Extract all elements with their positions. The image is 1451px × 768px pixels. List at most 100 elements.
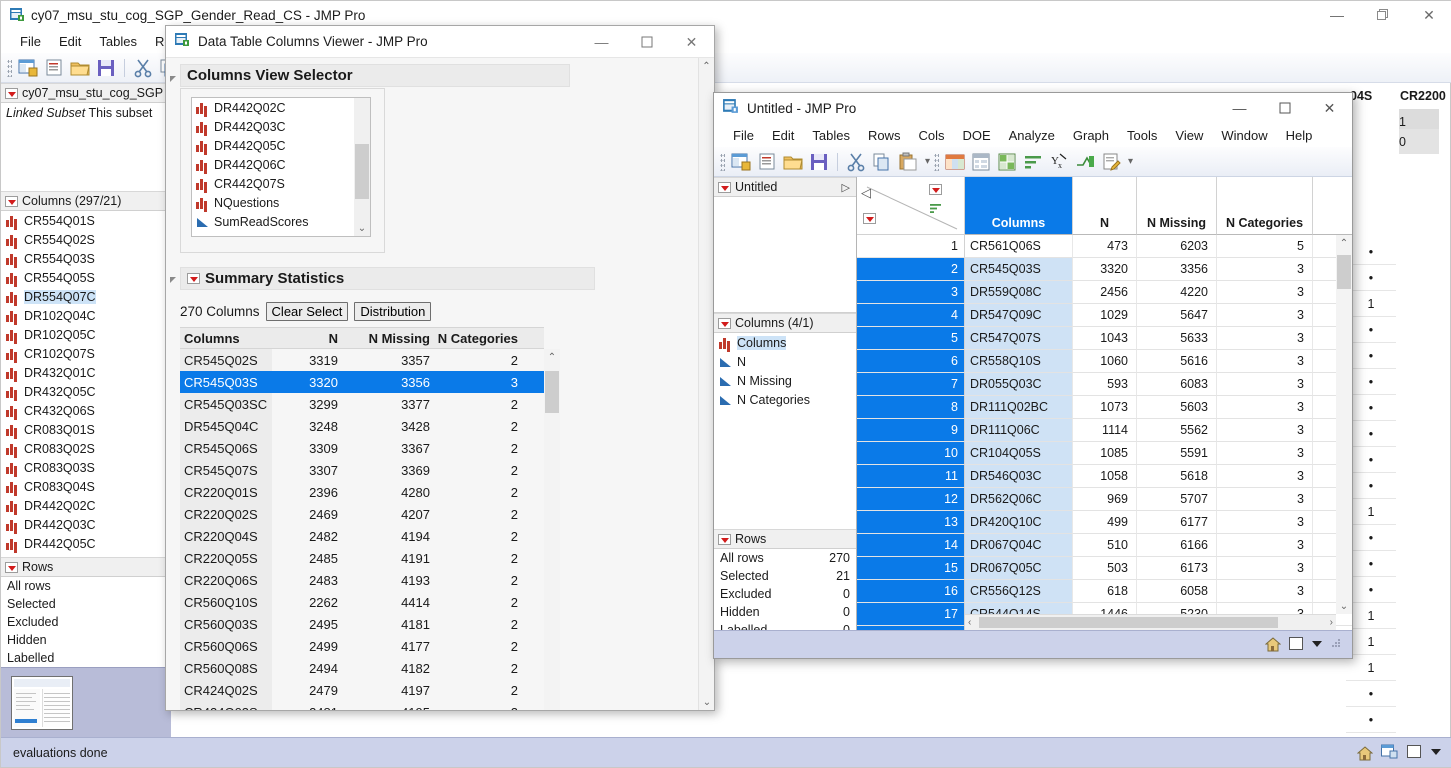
ut-grid-cell-n-categories[interactable]: 3 [1217, 557, 1313, 580]
ut-grid-row[interactable]: 2 CR545Q03S 3320 3356 3 [857, 258, 1352, 281]
dialog-scroll-down-icon[interactable]: ⌄ [699, 694, 715, 710]
ut-grid-cell-columns[interactable]: DR547Q09C [965, 304, 1073, 327]
view-selector-item[interactable]: DR442Q03C [192, 117, 354, 136]
distribution-button[interactable]: Distribution [354, 302, 432, 321]
ut-menu-file[interactable]: File [724, 126, 763, 145]
ut-grid-row[interactable]: 8 DR111Q02BC 1073 5603 3 [857, 396, 1352, 419]
menu-file[interactable]: File [11, 32, 50, 51]
ut-grid-cell-n[interactable]: 969 [1073, 488, 1137, 511]
ut-save-icon[interactable] [808, 151, 830, 173]
ut-grid-cell-columns[interactable]: CR104Q05S [965, 442, 1073, 465]
ut-grid-cell-n-missing[interactable]: 5647 [1137, 304, 1217, 327]
main-column-item[interactable]: DR442Q05C [1, 534, 170, 553]
ut-column-item[interactable]: N [714, 352, 856, 371]
columns-view-selector-header[interactable]: Columns View Selector [180, 64, 570, 87]
clear-select-button[interactable]: Clear Select [265, 302, 349, 321]
save-icon[interactable] [95, 57, 117, 79]
main-grid-cell[interactable]: 1 [1346, 630, 1396, 655]
main-grid-cell[interactable]: • [1346, 370, 1396, 395]
main-grid-cell[interactable]: 1 [1346, 656, 1396, 681]
ut-grid-cell-n[interactable]: 2456 [1073, 281, 1137, 304]
ut-grid-cell-n-missing[interactable]: 5591 [1137, 442, 1217, 465]
grid-hscroll-thumb[interactable] [979, 617, 1278, 628]
summary-table-row[interactable]: CR560Q10S 2262 4414 2 [180, 591, 544, 613]
view-selector-item[interactable]: DR442Q02C [192, 98, 354, 117]
summary-table-row[interactable]: CR545Q07S 3307 3369 2 [180, 459, 544, 481]
dialog-scroll-up-icon[interactable]: ⌃ [699, 58, 714, 74]
untitled-rows-menu-triangle-icon[interactable] [718, 533, 731, 545]
ut-grid-cell-n-categories[interactable]: 3 [1217, 511, 1313, 534]
ut-menu-analyze[interactable]: Analyze [1000, 126, 1064, 145]
main-grid-cell[interactable]: • [1346, 708, 1396, 733]
main-grid-cell[interactable]: 1 [1346, 604, 1396, 629]
ut-window-box-icon[interactable] [1288, 636, 1304, 654]
ut-grid-cell-n-missing[interactable]: 6166 [1137, 534, 1217, 557]
table-panel-header[interactable]: cy07_msu_stu_cog_SGP [1, 83, 170, 103]
cv-minimize-button[interactable]: — [579, 26, 624, 58]
ut-grid-cell-n-missing[interactable]: 6058 [1137, 580, 1217, 603]
ut-grid-cell-n[interactable]: 1029 [1073, 304, 1137, 327]
ut-minimize-button[interactable]: — [1217, 93, 1262, 123]
ut-grid-cell-n[interactable]: 510 [1073, 534, 1137, 557]
main-column-item[interactable]: DR432Q05C [1, 382, 170, 401]
ut-maximize-button[interactable] [1262, 93, 1307, 123]
ut-menu-tools[interactable]: Tools [1118, 126, 1166, 145]
columns-menu-triangle-icon[interactable] [5, 195, 18, 207]
ut-grid-row[interactable]: 15 DR067Q05C 503 6173 3 [857, 557, 1352, 580]
view-selector-item[interactable]: DR442Q06C [192, 155, 354, 174]
main-column-item[interactable]: CR554Q02S [1, 230, 170, 249]
ut-sort-icon[interactable] [1022, 151, 1044, 173]
summary-table-row[interactable]: CR424Q03S248141952 [180, 701, 544, 710]
ut-grid-header[interactable]: N Missing [1137, 177, 1217, 235]
ut-grid-cell-n[interactable]: 499 [1073, 511, 1137, 534]
ut-grid-row-number[interactable]: 8 [857, 396, 965, 419]
ut-column-item[interactable]: N Categories [714, 390, 856, 409]
ut-grid-row-number[interactable]: 1 [857, 235, 965, 258]
table-menu-triangle-icon[interactable] [5, 87, 18, 99]
summary-table-row[interactable]: CR220Q01S 2396 4280 2 [180, 481, 544, 503]
selector-disclosure-icon[interactable] [170, 76, 176, 82]
columns-view-selector-listbox[interactable]: DR442Q02C DR442Q03C DR442Q05C DR442Q06C CR44… [191, 97, 371, 237]
ut-grid-row-number[interactable]: 5 [857, 327, 965, 350]
ut-grid-cell-n-missing[interactable]: 5603 [1137, 396, 1217, 419]
main-grid-cell[interactable]: • [1346, 552, 1396, 577]
new-data-table-icon[interactable] [17, 57, 39, 79]
toolbar-grip[interactable] [7, 58, 12, 77]
ut-subset-icon[interactable] [996, 151, 1018, 173]
main-column-item[interactable]: DR102Q05C [1, 325, 170, 344]
ut-table-icon[interactable] [944, 151, 966, 173]
listbox-scrollbar[interactable]: ⌄ [354, 98, 370, 236]
ut-grid-cell-n-missing[interactable]: 5618 [1137, 465, 1217, 488]
ut-grid-row-number[interactable]: 3 [857, 281, 965, 304]
ut-grid-row[interactable]: 13 DR420Q10C 499 6177 3 [857, 511, 1352, 534]
main-column-item[interactable]: CR083Q02S [1, 439, 170, 458]
cut-icon[interactable] [132, 57, 154, 79]
rows-menu-triangle-icon[interactable] [5, 561, 18, 573]
ut-grid-cell-columns[interactable]: DR559Q08C [965, 281, 1073, 304]
summary-table-row[interactable]: CR560Q03S 2495 4181 2 [180, 613, 544, 635]
window-thumbnail[interactable] [11, 676, 73, 730]
data-table-icon[interactable] [1381, 744, 1398, 762]
main-grid-cell[interactable]: • [1346, 240, 1396, 265]
ut-grid-cell-n-missing[interactable]: 6177 [1137, 511, 1217, 534]
ut-grid-cell-n[interactable]: 3320 [1073, 258, 1137, 281]
grid-scroll-up-icon[interactable]: ⌃ [1336, 235, 1352, 251]
main-column-item[interactable]: CR554Q05S [1, 268, 170, 287]
ut-grid-row[interactable]: 1 CR561Q06S 473 6203 5 [857, 235, 1352, 258]
ut-grid-cell-n-missing[interactable]: 5562 [1137, 419, 1217, 442]
ut-menu-edit[interactable]: Edit [763, 126, 803, 145]
ut-grid-cell-n-missing[interactable]: 5707 [1137, 488, 1217, 511]
main-column-item[interactable]: CR083Q04S [1, 477, 170, 496]
ut-grid-cell-n[interactable]: 593 [1073, 373, 1137, 396]
main-column-item[interactable]: DR442Q03C [1, 515, 170, 534]
ut-grid-row-number[interactable]: 4 [857, 304, 965, 327]
ut-toolbar-overflow-icon[interactable]: ▾ [925, 156, 930, 167]
menu-tables[interactable]: Tables [90, 32, 146, 51]
untitled-rows-panel-header[interactable]: Rows [714, 529, 856, 549]
dropdown-caret-icon[interactable] [1430, 746, 1442, 760]
ut-grid-row[interactable]: 10 CR104Q05S 1085 5591 3 [857, 442, 1352, 465]
ut-menu-rows[interactable]: Rows [859, 126, 910, 145]
main-column-item[interactable]: DR442Q02C [1, 496, 170, 515]
main-column-item[interactable]: CR083Q01S [1, 420, 170, 439]
ut-grid-cell-n-categories[interactable]: 3 [1217, 350, 1313, 373]
